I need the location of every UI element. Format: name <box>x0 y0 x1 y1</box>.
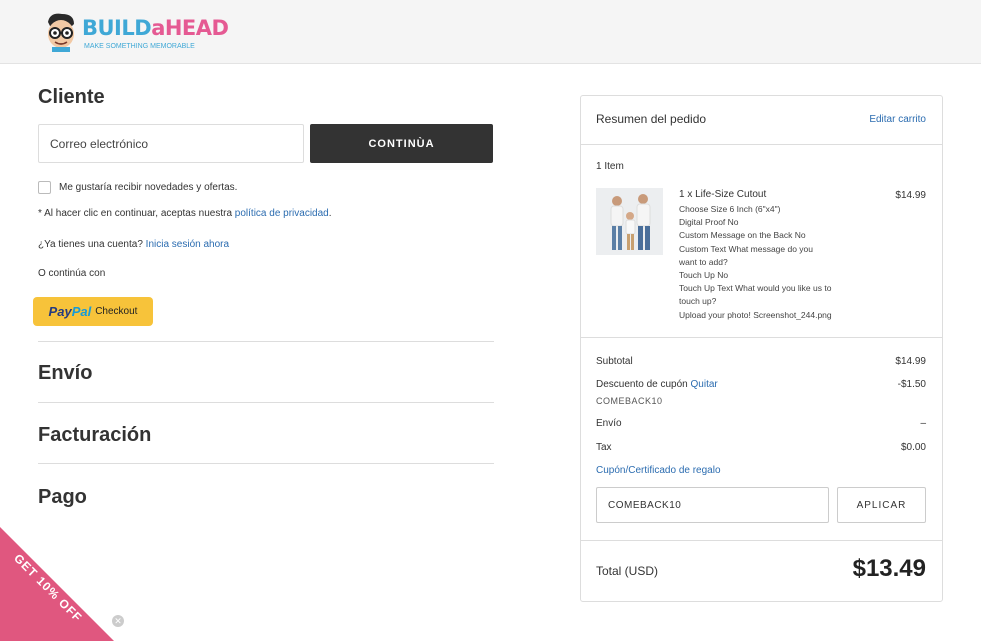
item-option: touch up? <box>679 296 717 307</box>
subtotal-label: Subtotal <box>596 356 633 367</box>
item-option: Touch Up No <box>679 270 729 281</box>
logo-word-ahead: aHEAD <box>151 16 229 40</box>
newsletter-checkbox[interactable] <box>38 181 51 194</box>
item-count: 1 Item <box>596 161 624 172</box>
continue-button[interactable]: CONTINÙA <box>310 124 493 163</box>
logo-word-build: BUILD <box>82 16 152 40</box>
section-divider <box>38 463 494 464</box>
paypal-logo: PayPal <box>49 304 92 319</box>
customer-section-title: Cliente <box>38 86 105 108</box>
logo-wordmark: BUILDaHEAD <box>82 16 229 40</box>
applied-coupon-code: COMEBACK10 <box>596 396 663 406</box>
privacy-suffix: . <box>328 208 332 219</box>
section-divider <box>38 402 494 403</box>
section-divider <box>38 341 494 342</box>
coupon-code-input[interactable] <box>596 487 829 523</box>
payment-section-title: Pago <box>38 486 87 508</box>
paypal-checkout-button[interactable]: PayPal Checkout <box>33 297 153 326</box>
logo-tagline: MAKE SOMETHING MEMORABLE <box>84 43 195 50</box>
summary-divider <box>581 144 942 145</box>
discount-row: Descuento de cupón Quitar <box>596 379 718 390</box>
shipping-label: Envío <box>596 418 622 429</box>
coupon-gift-certificate-link[interactable]: Cupón/Certificado de regalo <box>596 465 721 476</box>
close-promo-icon[interactable]: ✕ <box>112 615 124 627</box>
summary-divider <box>581 337 942 338</box>
paypal-logo-pal: Pal <box>71 304 92 319</box>
family-photo-image <box>596 188 663 255</box>
apply-coupon-button[interactable]: APLICAR <box>837 487 926 523</box>
shipping-section-title: Envío <box>38 362 93 384</box>
paypal-checkout-label: Checkout <box>95 306 138 317</box>
discount-label: Descuento de cupón <box>596 379 688 390</box>
remove-coupon-link[interactable]: Quitar <box>691 379 718 390</box>
mascot-face-icon <box>48 13 74 52</box>
privacy-notice: * Al hacer clic en continuar, aceptas nu… <box>38 208 332 219</box>
paypal-logo-pay: Pay <box>48 304 72 319</box>
item-option: want to add? <box>679 256 728 267</box>
item-title: 1 x Life-Size Cutout <box>679 189 767 200</box>
item-option: Digital Proof No <box>679 217 739 228</box>
account-prompt: ¿Ya tienes una cuenta? Inicia sesión aho… <box>38 239 229 250</box>
summary-divider <box>581 540 942 541</box>
discount-promo-tab[interactable] <box>0 527 114 641</box>
billing-section-title: Facturación <box>38 424 152 446</box>
privacy-policy-link[interactable]: política de privacidad <box>235 208 329 219</box>
newsletter-label: Me gustaría recibir novedades y ofertas. <box>59 182 238 193</box>
item-price: $14.99 <box>895 190 926 201</box>
sign-in-link[interactable]: Inicia sesión ahora <box>146 239 229 250</box>
item-option: Choose Size 6 Inch (6"x4") <box>679 204 781 214</box>
discount-value: -$1.50 <box>897 379 926 390</box>
order-summary-title: Resumen del pedido <box>596 112 707 126</box>
tax-value: $0.00 <box>900 442 926 453</box>
item-option: Upload your photo! Screenshot_244.png <box>679 309 832 320</box>
item-option: Touch Up Text What would you like us to <box>679 283 832 294</box>
newsletter-option[interactable]: Me gustaría recibir novedades y ofertas. <box>38 181 237 194</box>
total-value: $13.49 <box>852 555 926 582</box>
total-label: Total (USD) <box>596 564 659 578</box>
account-prefix: ¿Ya tienes una cuenta? <box>38 239 143 250</box>
buildahead-logo[interactable]: BUILDaHEAD MAKE SOMETHING MEMORABLE <box>40 10 229 56</box>
item-option: Custom Message on the Back No <box>679 230 806 241</box>
item-options: Choose Size 6 Inch (6"x4") Digital Proof… <box>679 203 849 322</box>
tax-label: Tax <box>596 442 612 453</box>
or-continue-text: O continúa con <box>38 268 106 279</box>
shipping-value: – <box>920 418 926 429</box>
privacy-prefix: * Al hacer clic en continuar, aceptas nu… <box>38 208 233 219</box>
site-header: BUILDaHEAD MAKE SOMETHING MEMORABLE <box>0 0 981 64</box>
email-field[interactable] <box>38 124 304 163</box>
order-summary: Resumen del pedido Editar carrito 1 Item… <box>580 95 943 602</box>
edit-cart-link[interactable]: Editar carrito <box>869 114 926 125</box>
subtotal-value: $14.99 <box>895 356 926 367</box>
item-option: Custom Text What message do you <box>679 243 814 254</box>
product-thumbnail <box>596 188 663 255</box>
